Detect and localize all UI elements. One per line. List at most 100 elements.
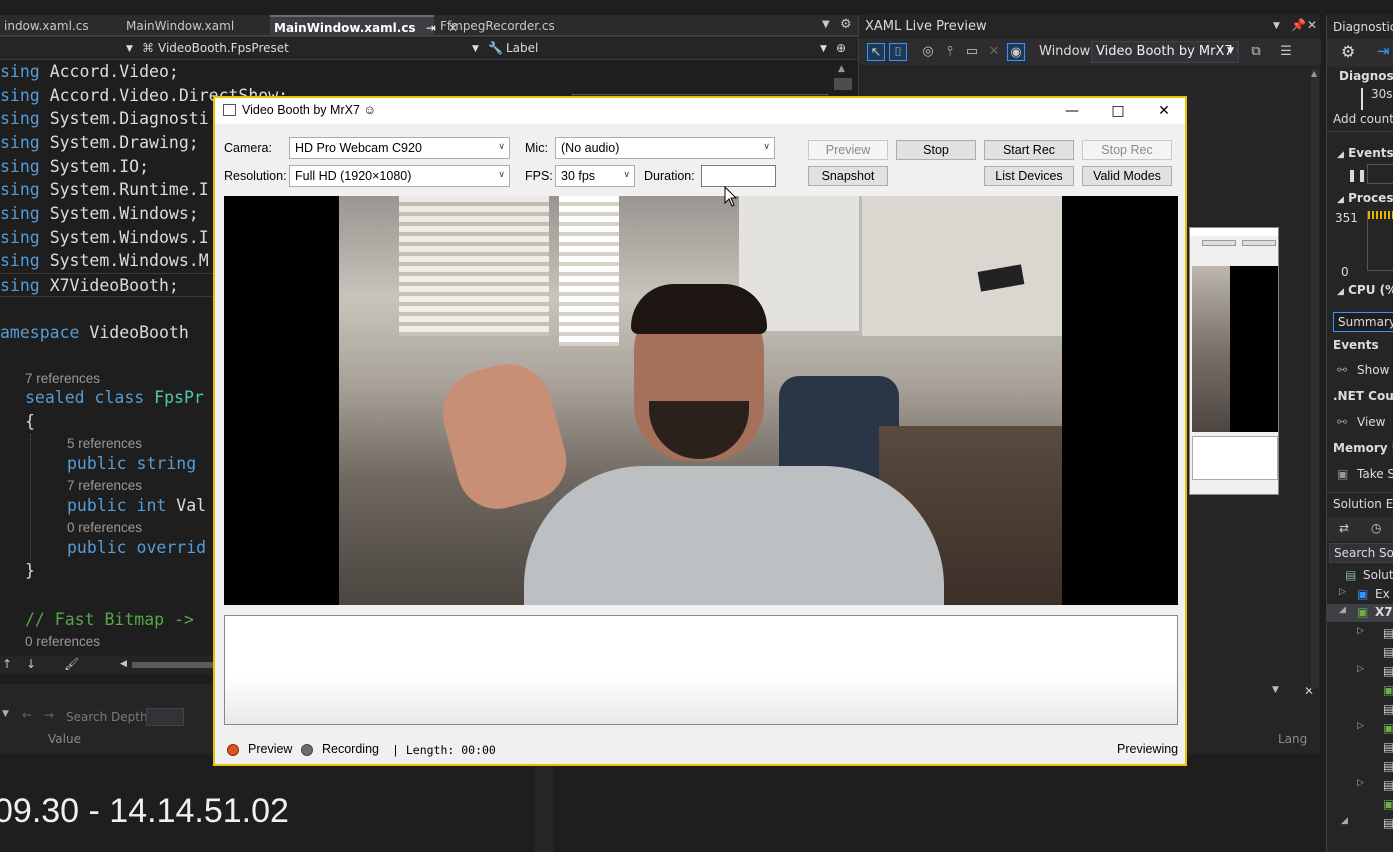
expand-icon[interactable]: ▷ (1357, 778, 1364, 788)
events-track (1367, 164, 1393, 184)
tab-mainwindow-xaml-cs[interactable]: MainWindow.xaml.cs ⇥ ✕ (270, 15, 458, 37)
arrow-up-icon[interactable]: ↑ (2, 657, 12, 671)
gear-icon[interactable]: ⚙ (1341, 42, 1355, 61)
log-output[interactable] (224, 615, 1178, 725)
start-rec-button[interactable]: Start Rec (984, 140, 1074, 160)
display-adorners-icon[interactable]: ⌷ (889, 43, 907, 61)
close-button[interactable]: ✕ (1141, 98, 1187, 124)
panel-dropdown-icon[interactable]: ▼ (1273, 21, 1280, 31)
file-icon: ▤ (1383, 645, 1393, 659)
history-icon[interactable]: ◷ (1371, 521, 1381, 535)
fps-select[interactable]: 30 fps ∨ (555, 165, 635, 187)
tab-list-dropdown-icon[interactable]: ▼ (822, 19, 830, 30)
scroll-thumb[interactable] (834, 78, 852, 90)
window-titlebar[interactable]: Video Booth by MrX7 ☺ — □ ✕ (215, 98, 1185, 124)
take-snapshot-link[interactable]: Take S (1357, 467, 1393, 481)
search-depth-select[interactable] (146, 708, 184, 726)
memory-series (1368, 211, 1393, 219)
close-icon[interactable]: ✕ (1307, 18, 1317, 32)
events-section[interactable]: ◢ Events (1337, 146, 1393, 160)
ruler-icon[interactable]: ▭ (963, 43, 981, 61)
arrow-down-icon[interactable]: ↓ (26, 657, 36, 671)
show-events-link[interactable]: Show (1357, 363, 1389, 377)
toggle-pane-icon[interactable]: ☰ (1277, 43, 1295, 61)
pin-icon[interactable]: 📌 (1291, 18, 1306, 32)
summary-tab[interactable]: Summary (1333, 312, 1393, 332)
pause-icon[interactable]: ❚❚ (1347, 168, 1367, 182)
codelens-references[interactable]: 0 references (67, 520, 142, 535)
close-small-icon[interactable]: ✕ (985, 43, 1003, 61)
live-preview-thumbnail[interactable] (1189, 227, 1279, 495)
arrow-right-icon[interactable]: → (44, 708, 54, 722)
recording-timestamp: 09.30 - 14.14.51.02 (0, 792, 289, 830)
code-line: sing System.Windows.I (0, 228, 209, 247)
layout-icon[interactable]: ⫯ (941, 43, 959, 61)
value-column-header: Value (48, 732, 81, 746)
split-icon[interactable]: ⊕ (836, 41, 846, 55)
view-counters-link[interactable]: View (1357, 415, 1385, 429)
expand-icon[interactable]: ▷ (1339, 587, 1346, 597)
codelens-references[interactable]: 5 references (67, 436, 142, 451)
chevron-down-icon[interactable]: ▼ (472, 44, 479, 54)
scroll-up-icon[interactable]: ▲ (1311, 69, 1317, 78)
stop-rec-button[interactable]: Stop Rec (1082, 140, 1172, 160)
minimize-button[interactable]: — (1049, 98, 1095, 124)
scroll-up-icon[interactable]: ▲ (838, 64, 845, 74)
gear-icon[interactable]: ⚙ (840, 17, 852, 32)
thumb-video-frame (1192, 266, 1230, 432)
chevron-down-icon: ∨ (498, 169, 505, 179)
list-devices-button[interactable]: List Devices (984, 166, 1074, 186)
expand-icon[interactable]: ▷ (1357, 626, 1364, 636)
expand-icon[interactable]: ▷ (1357, 664, 1364, 674)
mic-select[interactable]: (No audio) ∨ (555, 137, 775, 159)
export-icon[interactable]: ⇥ (1377, 42, 1390, 60)
collapse-icon[interactable]: ◢ (1341, 816, 1348, 826)
memory-min: 0 (1341, 265, 1349, 279)
scroll-left-icon[interactable]: ◀ (120, 659, 127, 669)
brush-icon[interactable]: 🖌 (64, 657, 79, 671)
tree-item-selected-row[interactable]: ◢ ▣ X7 (1327, 604, 1393, 622)
code-line: sing Accord.Video; (0, 62, 179, 81)
add-counter-link[interactable]: Add counte (1333, 112, 1393, 126)
diagnostic-title: Diagnostic (1333, 20, 1393, 34)
track-focus-icon[interactable]: ◎ (919, 43, 937, 61)
codelens-references[interactable]: 7 references (67, 478, 142, 493)
member-dropdown[interactable]: VideoBooth.FpsPreset (158, 41, 289, 55)
tab-window-xaml-cs[interactable]: indow.xaml.cs (0, 15, 120, 37)
chevron-down-icon: ∨ (623, 169, 630, 179)
codelens-references[interactable]: 0 references (25, 634, 100, 649)
desktop: indow.xaml.cs MainWindow.xaml MainWindow… (0, 0, 1393, 852)
window-select[interactable]: Video Booth by MrX7 ☺ ▼ (1091, 41, 1239, 63)
chevron-down-icon[interactable]: ▼ (126, 44, 133, 54)
chevron-down-icon[interactable]: ▼ (2, 709, 9, 719)
eye-icon[interactable]: ◉ (1007, 43, 1025, 61)
select-element-icon[interactable]: ↖ (867, 43, 885, 61)
hscroll-thumb[interactable] (132, 662, 222, 668)
resolution-select[interactable]: Full HD (1920×1080) ∨ (289, 165, 510, 187)
tab-label: MainWindow.xaml (126, 19, 235, 33)
field-dropdown[interactable]: Label (506, 41, 538, 55)
valid-modes-button[interactable]: Valid Modes (1082, 166, 1172, 186)
tree-item[interactable]: Ex (1375, 587, 1390, 601)
process-memory-section[interactable]: ◢ Process M (1337, 191, 1393, 205)
snapshot-button[interactable]: Snapshot (808, 166, 888, 186)
panel-dropdown-icon[interactable]: ▼ (1272, 685, 1279, 695)
cpu-section[interactable]: ◢ CPU (% o (1337, 283, 1393, 297)
search-solution-input[interactable]: Search Solu (1329, 543, 1393, 563)
stop-button[interactable]: Stop (896, 140, 976, 160)
codelens-references[interactable]: 7 references (25, 371, 100, 386)
expand-icon[interactable]: ▷ (1357, 721, 1364, 731)
popout-icon[interactable]: ⧉ (1247, 43, 1265, 61)
maximize-button[interactable]: □ (1095, 98, 1141, 124)
xlp-scrollbar[interactable]: ▲ (1311, 69, 1319, 689)
preview-button[interactable]: Preview (808, 140, 888, 160)
pin-icon[interactable]: ⇥ (426, 21, 436, 35)
chevron-down-icon[interactable]: ▼ (820, 44, 827, 54)
tab-ffmpegrecorder-cs[interactable]: FfmpegRecorder.cs (436, 15, 586, 37)
arrow-left-icon[interactable]: ← (22, 708, 32, 722)
solution-node[interactable]: Solutio (1363, 568, 1393, 582)
sync-icon[interactable]: ⇄ (1339, 521, 1349, 535)
duration-input[interactable] (701, 165, 776, 187)
tab-mainwindow-xaml[interactable]: MainWindow.xaml (122, 15, 268, 37)
camera-select[interactable]: HD Pro Webcam C920 ∨ (289, 137, 510, 159)
